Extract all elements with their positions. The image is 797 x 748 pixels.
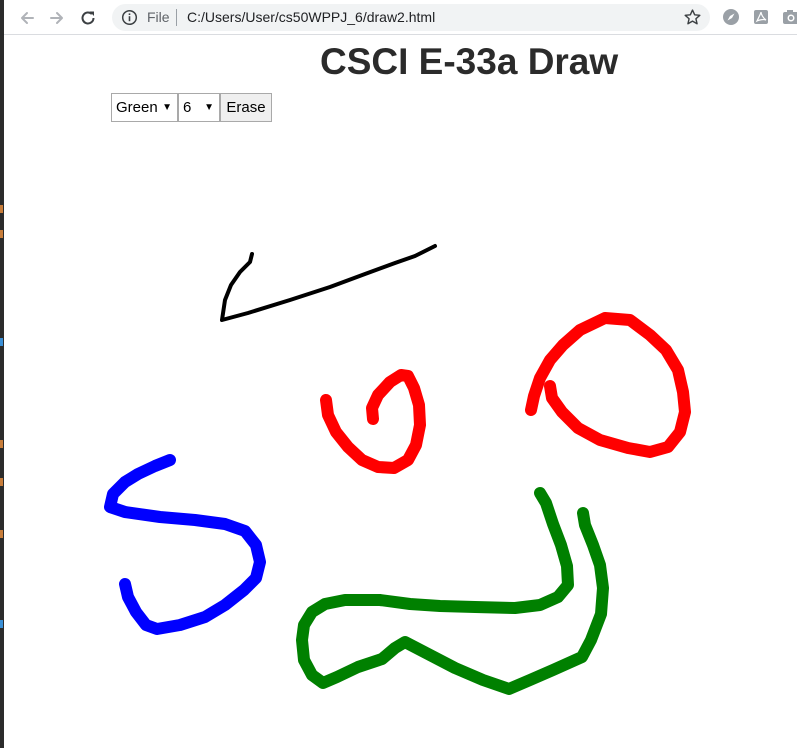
- reload-button[interactable]: [77, 7, 99, 29]
- back-button[interactable]: [16, 7, 38, 29]
- size-select-value: 6: [183, 99, 192, 116]
- drawn-stroke: [525, 312, 691, 458]
- erase-button[interactable]: Erase: [220, 93, 272, 122]
- browser-toolbar: File C:/Users/User/cs50WPPJ_6/draw2.html: [4, 0, 797, 35]
- drawn-stroke: [320, 369, 426, 474]
- star-icon[interactable]: [683, 8, 702, 27]
- camera-icon[interactable]: [782, 8, 797, 26]
- forward-button[interactable]: [46, 7, 68, 29]
- url-separator: [176, 9, 177, 26]
- reload-icon: [81, 11, 95, 25]
- browser-window: File C:/Users/User/cs50WPPJ_6/draw2.html…: [0, 0, 797, 748]
- pdf-icon[interactable]: [752, 8, 770, 26]
- color-select[interactable]: Green ▼: [111, 93, 178, 122]
- drawn-stroke: [104, 454, 266, 635]
- dropdown-arrow-icon: ▼: [204, 102, 214, 113]
- url-text[interactable]: C:/Users/User/cs50WPPJ_6/draw2.html: [187, 9, 435, 26]
- url-scheme: File: [147, 9, 170, 25]
- drawn-stroke: [296, 487, 609, 695]
- dropdown-arrow-icon: ▼: [162, 102, 172, 113]
- compass-icon[interactable]: [722, 8, 740, 26]
- info-icon[interactable]: [121, 9, 138, 26]
- address-bar[interactable]: File C:/Users/User/cs50WPPJ_6/draw2.html: [112, 4, 710, 31]
- color-select-value: Green: [116, 99, 158, 116]
- size-select[interactable]: 6 ▼: [178, 93, 220, 122]
- page-title: CSCI E-33a Draw: [320, 41, 619, 82]
- arrow-left-icon: [21, 12, 34, 24]
- drawing-canvas[interactable]: [4, 130, 797, 748]
- arrow-right-icon: [50, 12, 63, 24]
- drawn-stroke: [220, 244, 437, 322]
